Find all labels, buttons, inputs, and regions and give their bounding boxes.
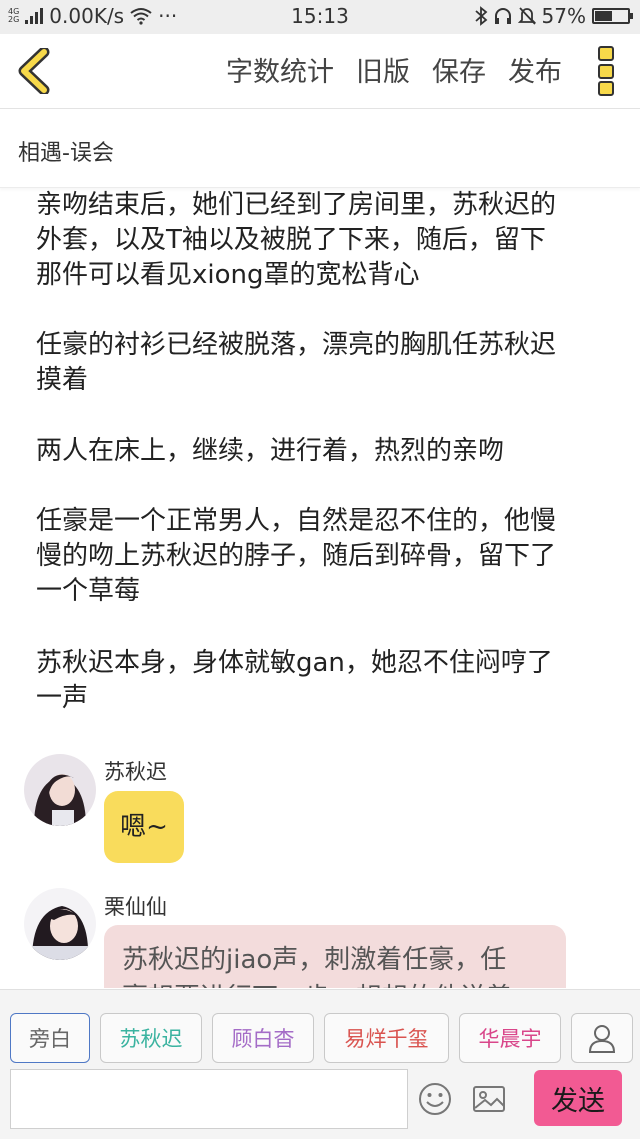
narration-paragraph: 两人在床上，继续，进行着，热烈的亲吻 bbox=[36, 436, 505, 466]
more-menu-icon[interactable] bbox=[596, 46, 616, 96]
role-tab[interactable]: 顾白杳 bbox=[212, 1013, 314, 1063]
battery-fill bbox=[595, 11, 612, 21]
role-tab[interactable]: 苏秋迟 bbox=[100, 1013, 202, 1063]
chapter-title-bar[interactable]: 相遇-误会 bbox=[0, 109, 640, 188]
user-icon bbox=[588, 1025, 616, 1053]
image-icon[interactable] bbox=[472, 1082, 506, 1116]
chapter-title: 相遇-误会 bbox=[18, 141, 114, 166]
emoji-icon[interactable] bbox=[418, 1082, 452, 1116]
message-bubble[interactable]: 苏秋迟的jiao声，刺激着任豪，任 豪想要进行下一步，想想的他说着 bbox=[104, 925, 566, 988]
speaker-name: 栗仙仙 bbox=[104, 895, 167, 919]
avatar[interactable] bbox=[24, 888, 96, 960]
status-bar: 4G 2G 0.00K/s ··· 15:13 57% bbox=[0, 0, 640, 34]
avatar[interactable] bbox=[24, 754, 96, 826]
back-icon[interactable] bbox=[14, 48, 54, 94]
bell-off-icon bbox=[517, 7, 536, 25]
narration-paragraph: 任豪是一个正常男人，自然是忍不住的，他慢 慢的吻上苏秋迟的脖子，随后到碎骨，留下… bbox=[36, 506, 557, 606]
speaker-name: 苏秋迟 bbox=[104, 760, 167, 784]
story-content[interactable]: 亲吻结束后，她们已经到了房间里，苏秋迟的 外套，以及T袖以及被脱了下来，随后，留… bbox=[0, 188, 640, 988]
role-tab-narration[interactable]: 旁白 bbox=[10, 1013, 90, 1063]
old-version-button[interactable]: 旧版 bbox=[356, 50, 410, 89]
narration-paragraph: 任豪的衬衫已经被脱落，漂亮的胸肌任苏秋迟 摸着 bbox=[36, 330, 557, 395]
narration-paragraph: 亲吻结束后，她们已经到了房间里，苏秋迟的 外套，以及T袖以及被脱了下来，随后，留… bbox=[36, 190, 557, 290]
word-count-button[interactable]: 字数统计 bbox=[226, 50, 334, 89]
bluetooth-icon bbox=[474, 6, 487, 26]
battery-icon bbox=[592, 8, 633, 24]
role-tab[interactable]: 易烊千玺 bbox=[324, 1013, 449, 1063]
publish-button[interactable]: 发布 bbox=[508, 50, 562, 89]
message-bubble[interactable]: 嗯~ bbox=[104, 791, 184, 863]
narration-paragraph: 苏秋迟本身，身体就敏gan，她忍不住闷哼了 一声 bbox=[36, 648, 553, 713]
headset-icon bbox=[494, 8, 511, 24]
message-input[interactable] bbox=[10, 1069, 408, 1129]
bottom-input-bar: 旁白 苏秋迟 顾白杳 易烊千玺 华晨宇 发送 bbox=[0, 989, 640, 1139]
editor-header: 字数统计 旧版 保存 发布 bbox=[0, 34, 640, 109]
save-button[interactable]: 保存 bbox=[432, 50, 486, 89]
battery-percent: 57% bbox=[541, 4, 586, 28]
role-manage-button[interactable] bbox=[571, 1013, 633, 1063]
role-tab[interactable]: 华晨宇 bbox=[459, 1013, 561, 1063]
send-button[interactable]: 发送 bbox=[534, 1070, 622, 1126]
